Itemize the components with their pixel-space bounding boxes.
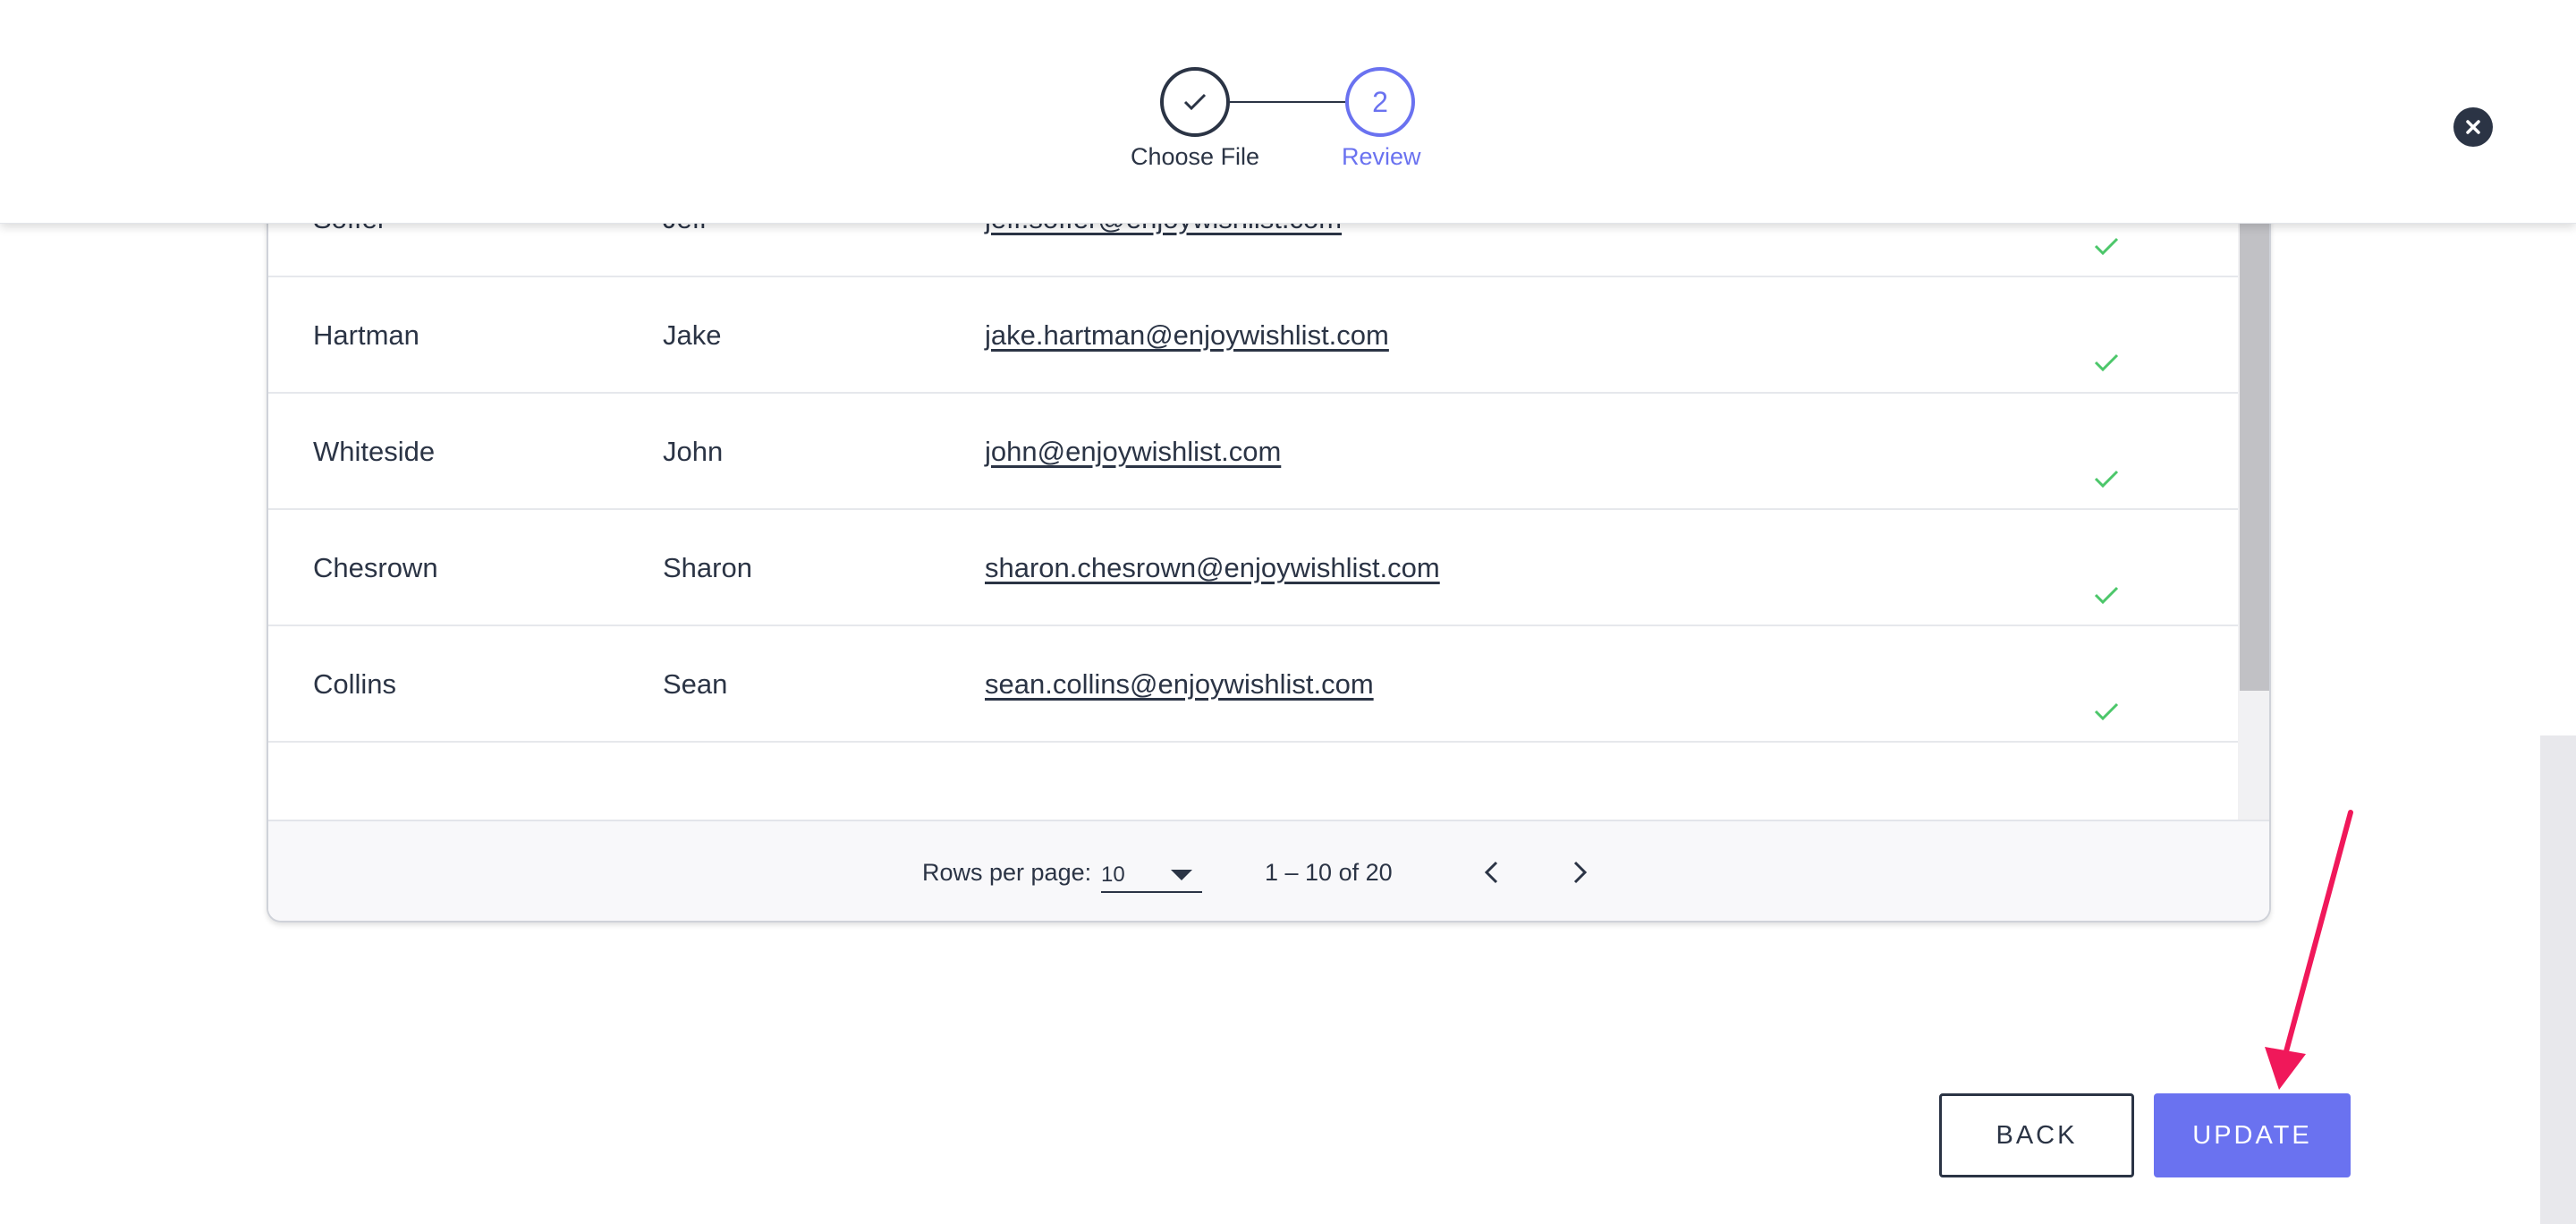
table-body[interactable]: Soffer Jeff jeff.soffer@enjoywishlist.co… — [268, 161, 2238, 820]
chevron-right-icon — [1573, 861, 1588, 884]
import-review-page: Soffer Jeff jeff.soffer@enjoywishlist.co… — [0, 0, 2576, 1224]
first-name-cell: Sean — [663, 668, 728, 700]
first-name-cell: Sharon — [663, 552, 752, 583]
last-name-cell: Hartman — [313, 319, 419, 351]
close-button[interactable] — [2453, 107, 2493, 147]
chevron-left-icon — [1484, 861, 1498, 884]
first-name-cell: Jake — [663, 319, 722, 351]
page-range: 1 – 10 of 20 — [1265, 859, 1393, 886]
back-button[interactable]: BACK — [1939, 1093, 2134, 1177]
last-name-cell: Collins — [313, 668, 397, 700]
email-link[interactable]: sharon.chesrown@enjoywishlist.com — [985, 510, 1440, 626]
review-table-card: Soffer Jeff jeff.soffer@enjoywishlist.co… — [267, 161, 2271, 922]
rows-per-page-value: 10 — [1101, 863, 1125, 887]
stepper-header: 2 Choose File Review — [0, 0, 2576, 224]
next-page-button[interactable] — [1563, 854, 1598, 890]
pagination-bar: Rows per page: 10 1 – 10 of 20 — [268, 820, 2269, 921]
table-row: Collins Sean sean.collins@enjoywishlist.… — [268, 626, 2238, 743]
step-label-choose-file: Choose File — [1131, 143, 1260, 170]
check-icon — [1183, 93, 1207, 111]
close-icon — [2466, 120, 2480, 134]
email-link[interactable]: jake.hartman@enjoywishlist.com — [985, 277, 1389, 394]
step-review[interactable]: 2 — [1345, 67, 1415, 137]
last-name-cell: Chesrown — [313, 552, 438, 583]
last-name-cell: Whiteside — [313, 436, 436, 467]
step-choose-file[interactable] — [1160, 67, 1230, 137]
email-link[interactable]: john@enjoywishlist.com — [985, 394, 1281, 510]
step-connector — [1230, 101, 1345, 103]
caret-down-icon — [1169, 868, 1194, 887]
table-row — [268, 743, 2238, 820]
step-label-review: Review — [1342, 143, 1421, 170]
table-row: Hartman Jake jake.hartman@enjoywishlist.… — [268, 277, 2238, 394]
email-link[interactable]: sean.collins@enjoywishlist.com — [985, 626, 1374, 743]
rows-per-page-label: Rows per page: — [922, 859, 1092, 886]
previous-page-button[interactable] — [1473, 854, 1509, 890]
rows-per-page-select[interactable]: 10 — [1101, 857, 1202, 893]
table-row: Chesrown Sharon sharon.chesrown@enjoywis… — [268, 510, 2238, 626]
page-scrollbar-thumb[interactable] — [2540, 735, 2576, 1224]
annotation-arrow-icon — [2265, 810, 2353, 1090]
table-scrollbar-thumb[interactable] — [2240, 161, 2269, 691]
update-button[interactable]: UPDATE — [2154, 1093, 2351, 1177]
table-row: Whiteside John john@enjoywishlist.com — [268, 394, 2238, 510]
first-name-cell: John — [663, 436, 724, 467]
step-number: 2 — [1372, 85, 1388, 118]
